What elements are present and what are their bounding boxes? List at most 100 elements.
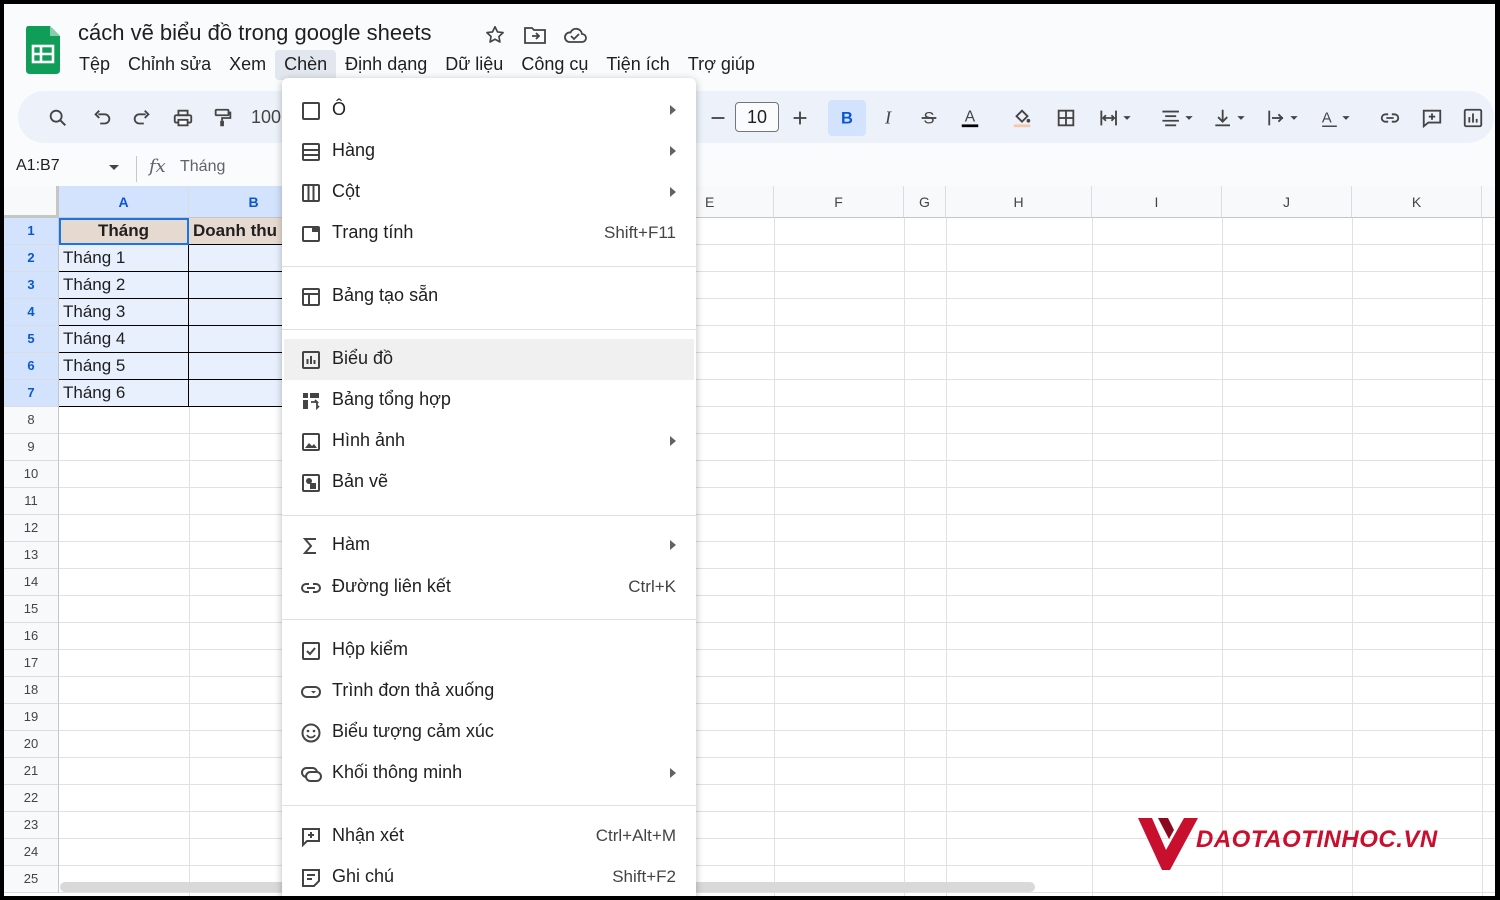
menu-file[interactable]: Tệp bbox=[70, 50, 119, 80]
menu-item-drawing[interactable]: Bản vẽ bbox=[282, 462, 696, 503]
row-header-8[interactable]: 8 bbox=[4, 407, 59, 434]
increase-font-size-icon[interactable] bbox=[786, 104, 814, 132]
sheets-logo-icon[interactable] bbox=[26, 26, 60, 74]
paint-format-icon[interactable] bbox=[209, 104, 237, 132]
menu-item-image[interactable]: Hình ảnh bbox=[282, 421, 696, 462]
merge-cells-icon[interactable] bbox=[1094, 104, 1138, 132]
row-header-12[interactable]: 12 bbox=[4, 515, 59, 542]
font-size-input[interactable]: 10 bbox=[735, 102, 779, 132]
cell-a2[interactable]: Tháng 1 bbox=[59, 245, 189, 272]
row-header-21[interactable]: 21 bbox=[4, 758, 59, 785]
column-header-i[interactable]: I bbox=[1092, 186, 1222, 218]
column-header-j[interactable]: J bbox=[1222, 186, 1352, 218]
horizontal-align-icon[interactable] bbox=[1156, 104, 1200, 132]
menu-view[interactable]: Xem bbox=[220, 50, 275, 80]
undo-icon[interactable] bbox=[88, 104, 116, 132]
menu-item-link[interactable]: Đường liên kết Ctrl+K bbox=[282, 567, 696, 608]
move-folder-icon[interactable] bbox=[522, 22, 548, 48]
cell-icon bbox=[302, 102, 320, 120]
cell-a7[interactable]: Tháng 6 bbox=[59, 380, 189, 407]
insert-chart-icon[interactable] bbox=[1459, 104, 1487, 132]
text-color-icon[interactable]: A bbox=[956, 104, 984, 132]
menu-tools[interactable]: Công cụ bbox=[512, 50, 597, 80]
row-header-20[interactable]: 20 bbox=[4, 731, 59, 758]
row-header-16[interactable]: 16 bbox=[4, 623, 59, 650]
menu-item-cell[interactable]: Ô bbox=[282, 90, 696, 131]
cell-a3[interactable]: Tháng 2 bbox=[59, 272, 189, 299]
column-header-g[interactable]: G bbox=[904, 186, 946, 218]
menu-data[interactable]: Dữ liệu bbox=[436, 50, 512, 80]
menu-item-preset-table[interactable]: Bảng tạo sẵn bbox=[282, 276, 696, 317]
column-header-f[interactable]: F bbox=[774, 186, 904, 218]
menu-item-function[interactable]: Hàm bbox=[282, 525, 696, 566]
row-header-13[interactable]: 13 bbox=[4, 542, 59, 569]
menu-item-comment[interactable]: Nhận xét Ctrl+Alt+M bbox=[282, 816, 696, 857]
column-header-k[interactable]: K bbox=[1352, 186, 1482, 218]
row-header-19[interactable]: 19 bbox=[4, 704, 59, 731]
menu-item-checkbox[interactable]: Hộp kiểm bbox=[282, 630, 696, 671]
cell-a5[interactable]: Tháng 4 bbox=[59, 326, 189, 353]
column-header-h[interactable]: H bbox=[946, 186, 1092, 218]
menu-item-rows[interactable]: Hàng bbox=[282, 131, 696, 172]
fill-color-icon[interactable] bbox=[1008, 104, 1036, 132]
name-box[interactable]: A1:B7 bbox=[16, 157, 60, 175]
menu-item-chart[interactable]: Biểu đồ bbox=[284, 339, 694, 380]
insert-link-icon[interactable] bbox=[1376, 104, 1404, 132]
row-header-22[interactable]: 22 bbox=[4, 785, 59, 812]
row-header-18[interactable]: 18 bbox=[4, 677, 59, 704]
cell-a6[interactable]: Tháng 5 bbox=[59, 353, 189, 380]
italic-icon[interactable]: I bbox=[874, 104, 902, 132]
menu-item-note[interactable]: Ghi chú Shift+F2 bbox=[282, 857, 696, 896]
decrease-font-size-icon[interactable] bbox=[704, 104, 732, 132]
menu-item-dropdown[interactable]: Trình đơn thả xuống bbox=[282, 671, 696, 712]
menu-help[interactable]: Trợ giúp bbox=[679, 50, 764, 80]
row-header-5[interactable]: 5 bbox=[4, 326, 59, 353]
row-header-17[interactable]: 17 bbox=[4, 650, 59, 677]
bold-icon[interactable]: B bbox=[828, 100, 866, 136]
text-wrapping-icon[interactable] bbox=[1261, 104, 1305, 132]
menu-item-emoji[interactable]: Biểu tượng cảm xúc bbox=[282, 712, 696, 753]
vertical-align-icon[interactable] bbox=[1208, 104, 1252, 132]
search-icon[interactable] bbox=[44, 104, 72, 132]
select-all-corner[interactable] bbox=[4, 186, 59, 218]
strikethrough-icon[interactable]: S bbox=[915, 104, 943, 132]
menu-item-pivot-table[interactable]: Bảng tổng hợp bbox=[282, 380, 696, 421]
row-header-25[interactable]: 25 bbox=[4, 866, 59, 893]
zoom-selector[interactable]: 100 bbox=[251, 107, 281, 128]
menu-item-smart-chips[interactable]: Khối thông minh bbox=[282, 753, 696, 794]
comment-icon bbox=[302, 828, 320, 848]
borders-icon[interactable] bbox=[1052, 104, 1080, 132]
row-header-9[interactable]: 9 bbox=[4, 434, 59, 461]
menu-item-columns[interactable]: Cột bbox=[282, 172, 696, 213]
menu-extensions[interactable]: Tiện ích bbox=[597, 50, 678, 80]
star-icon[interactable] bbox=[482, 22, 508, 48]
row-header-4[interactable]: 4 bbox=[4, 299, 59, 326]
spreadsheet-grid[interactable]: A B C D E F G H I J K 123456789101112131… bbox=[4, 186, 1495, 896]
row-header-10[interactable]: 10 bbox=[4, 461, 59, 488]
row-header-24[interactable]: 24 bbox=[4, 839, 59, 866]
row-header-2[interactable]: 2 bbox=[4, 245, 59, 272]
row-header-7[interactable]: 7 bbox=[4, 380, 59, 407]
row-gridline bbox=[59, 514, 1495, 515]
insert-comment-icon[interactable] bbox=[1418, 104, 1446, 132]
menu-format[interactable]: Định dạng bbox=[336, 50, 436, 80]
cell-a4[interactable]: Tháng 3 bbox=[59, 299, 189, 326]
menu-edit[interactable]: Chỉnh sửa bbox=[119, 50, 220, 80]
menu-insert[interactable]: Chèn bbox=[275, 50, 337, 80]
row-header-11[interactable]: 11 bbox=[4, 488, 59, 515]
print-icon[interactable] bbox=[169, 104, 197, 132]
text-rotation-icon[interactable]: A bbox=[1313, 104, 1357, 132]
name-box-dropdown-icon[interactable] bbox=[108, 164, 120, 172]
row-header-15[interactable]: 15 bbox=[4, 596, 59, 623]
row-header-23[interactable]: 23 bbox=[4, 812, 59, 839]
menu-item-sheet[interactable]: Trang tính Shift+F11 bbox=[282, 213, 696, 254]
row-header-3[interactable]: 3 bbox=[4, 272, 59, 299]
formula-input[interactable]: Tháng bbox=[180, 158, 225, 176]
column-header-a[interactable]: A bbox=[59, 186, 189, 218]
row-header-6[interactable]: 6 bbox=[4, 353, 59, 380]
row-header-1[interactable]: 1 bbox=[4, 218, 59, 245]
document-title[interactable]: cách vẽ biểu đồ trong google sheets bbox=[78, 20, 431, 46]
redo-icon[interactable] bbox=[128, 104, 156, 132]
cloud-saved-icon[interactable] bbox=[562, 22, 588, 48]
row-header-14[interactable]: 14 bbox=[4, 569, 59, 596]
